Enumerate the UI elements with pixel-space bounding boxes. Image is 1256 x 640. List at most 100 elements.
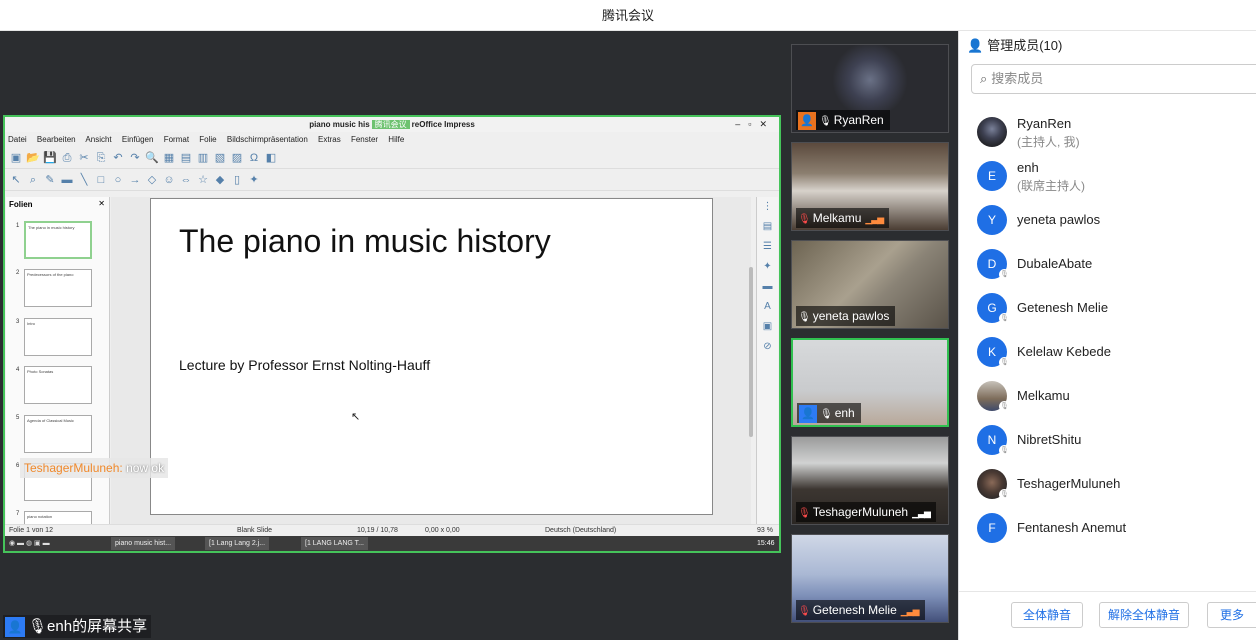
member-name: Melkamu	[1017, 388, 1070, 403]
chat-bubble: TeshagerMuluneh: now ok	[20, 458, 169, 478]
slide-thumbnail[interactable]: Agenda of Classical Music	[24, 415, 92, 453]
slide-title[interactable]: The piano in music history	[179, 223, 551, 260]
member-row[interactable]: E enh (联席主持人)	[977, 155, 1256, 199]
menu-extras[interactable]: Extras	[318, 135, 341, 144]
tile-name: Melkamu	[812, 211, 862, 225]
tile-label: 🎙 TeshagerMuluneh ▁▃▅	[796, 502, 936, 522]
panel-header: 👤 管理成员(10)	[959, 31, 1256, 60]
tile-name: enh	[834, 406, 855, 420]
mouse-cursor: ↖	[351, 411, 361, 423]
video-column: 👤 🎙 RyanRen 🎙 Melkamu ▁▃▅ 🎙 yeneta pawlos 👤 🎙 e…	[784, 31, 958, 640]
member-row[interactable]: F Fentanesh Anemut	[977, 507, 1256, 551]
member-row[interactable]: 🎙 Melkamu	[977, 375, 1256, 419]
tile-label: 🎙 Melkamu ▁▃▅	[796, 208, 890, 228]
clock: 15:46	[757, 540, 775, 547]
avatar: Y	[977, 205, 1007, 235]
member-row[interactable]: Y yeneta pawlos	[977, 199, 1256, 243]
launcher-icon[interactable]: ◉ ▬ ◍ ▣ ▬	[9, 536, 50, 551]
mic-muted-icon: 🎙	[798, 508, 811, 519]
avatar-initial: Y	[987, 213, 996, 227]
menu-ansicht[interactable]: Ansicht	[85, 135, 111, 144]
member-row[interactable]: 🎙 TeshagerMuluneh	[977, 463, 1256, 507]
member-name: DubaleAbate	[1017, 256, 1093, 271]
vertical-scrollbar[interactable]	[749, 267, 753, 437]
member-search-input[interactable]: ⌕ 搜索成员	[971, 64, 1256, 94]
menu-datei[interactable]: Datei	[8, 135, 27, 144]
avatar: E	[977, 161, 1007, 191]
chat-sender: TeshagerMuluneh:	[24, 461, 123, 475]
avatar: K 🎙	[977, 337, 1010, 368]
slide-thumbnail[interactable]: Photo Sonatas	[24, 366, 92, 404]
avatar: 🎙	[977, 469, 1010, 500]
avatar-initial: D	[987, 257, 997, 271]
screen-share-label: 👤 🎙enh的屏幕共享	[3, 615, 152, 638]
meeting-tag: 腾讯会议	[371, 120, 410, 129]
members-icon: 👤	[967, 38, 984, 53]
lo-title-bar: piano music his 腾讯会议 reOffice Impress –▫✕	[5, 117, 779, 132]
avatar: F	[977, 513, 1007, 543]
tile-label: 👤 🎙 RyanRen	[796, 110, 890, 130]
avatar: N 🎙	[977, 425, 1010, 456]
unmute-all-button[interactable]: 解除全体静音	[1099, 602, 1189, 628]
menu-praesentation[interactable]: Bildschirmpräsentation	[227, 135, 308, 144]
tile-label: 🎙 Getenesh Melie ▁▃▅	[796, 600, 925, 620]
mic-muted-icon: 🎙	[999, 313, 1010, 324]
avatar	[977, 117, 1007, 147]
video-tile[interactable]: 🎙 Melkamu ▁▃▅	[791, 142, 949, 231]
slide-thumbnail[interactable]: The piano in music history	[24, 221, 92, 259]
avatar-initial: N	[987, 433, 997, 447]
menu-hilfe[interactable]: Hilfe	[388, 135, 404, 144]
close-icon[interactable]: ✕	[98, 199, 105, 208]
avatar-initial: K	[987, 345, 996, 359]
member-row[interactable]: RyanRen (主持人, 我)	[977, 111, 1256, 155]
right-sidebar[interactable]: ⋮ ▤ ☰ ✦ ▬ A ▣ ⊘	[756, 197, 778, 527]
slide-pane-title: Folien	[9, 200, 33, 209]
chat-message: now ok	[126, 461, 165, 475]
task-langlang-2[interactable]: [1 LANG LANG T...	[301, 537, 369, 550]
window-title: 腾讯会议	[0, 0, 1256, 31]
slide-subtitle[interactable]: Lecture by Professor Ernst Nolting-Hauff	[179, 357, 430, 373]
task-impress[interactable]: piano music hist...	[111, 537, 176, 550]
video-tile[interactable]: 👤 🎙 RyanRen	[791, 44, 949, 133]
avatar-initial: G	[987, 301, 997, 315]
menu-format[interactable]: Format	[164, 135, 189, 144]
thumb-number: 2	[16, 270, 20, 276]
member-role: (主持人, 我)	[1017, 135, 1080, 149]
menu-einfuegen[interactable]: Einfügen	[122, 135, 154, 144]
user-icon: 👤	[799, 404, 817, 423]
video-tile[interactable]: 🎙 TeshagerMuluneh ▁▃▅	[791, 436, 949, 525]
member-name: NibretShitu	[1017, 432, 1082, 447]
mute-all-button[interactable]: 全体静音	[1011, 602, 1083, 628]
member-row[interactable]: N 🎙 NibretShitu	[977, 419, 1256, 463]
os-taskbar: ◉ ▬ ◍ ▣ ▬ piano music hist... [1 Lang La…	[5, 536, 779, 551]
member-row[interactable]: D 🎙 DubaleAbate	[977, 243, 1256, 287]
member-row[interactable]: G 🎙 Getenesh Melie	[977, 287, 1256, 331]
lo-menu-bar: Datei Bearbeiten Ansicht Einfügen Format…	[5, 132, 779, 147]
window-controls[interactable]: –▫✕	[735, 117, 775, 132]
menu-bearbeiten[interactable]: Bearbeiten	[37, 135, 76, 144]
search-icon: ⌕	[980, 71, 988, 86]
slide-thumbnail[interactable]: Intro	[24, 318, 92, 356]
task-langlang-1[interactable]: [1 Lang Lang 2.j...	[205, 537, 270, 550]
slide-thumbnail[interactable]: piano notation	[24, 511, 92, 525]
member-name: Kelelaw Kebede	[1017, 344, 1111, 359]
video-tile[interactable]: 🎙 Getenesh Melie ▁▃▅	[791, 534, 949, 623]
standard-toolbar[interactable]: ▣ 📂 💾 ⎙ ✂ ⎘ ↶ ↷ 🔍 ▦ ▤ ▥ ▧ ▨ Ω ◧	[5, 147, 779, 169]
slide-thumbnail[interactable]: Predecessors of the piano	[24, 269, 92, 307]
tile-name: Getenesh Melie	[812, 603, 897, 617]
more-button[interactable]: 更多	[1207, 602, 1256, 628]
thumb-number: 5	[16, 415, 20, 421]
video-tile[interactable]: 🎙 yeneta pawlos	[791, 240, 949, 329]
menu-fenster[interactable]: Fenster	[351, 135, 378, 144]
drawing-toolbar[interactable]: ↖ ⌕ ✎ ▬ ╲ □ ○ → ◇ ☺ ⇔ ☆ ◆ ▯ ✦	[5, 169, 779, 191]
member-name: TeshagerMuluneh	[1017, 476, 1121, 491]
member-row[interactable]: K 🎙 Kelelaw Kebede	[977, 331, 1256, 375]
mic-muted-icon: 🎙	[999, 269, 1010, 280]
slide-editor[interactable]: The piano in music history Lecture by Pr…	[111, 197, 751, 527]
panel-actions: 全体静音 解除全体静音 更多	[959, 591, 1256, 640]
video-tile-active-speaker[interactable]: 👤 🎙 enh	[791, 338, 949, 427]
menu-folie[interactable]: Folie	[199, 135, 216, 144]
signal-icon: ▁▃▅	[912, 508, 931, 518]
slide-canvas[interactable]: The piano in music history Lecture by Pr…	[150, 198, 713, 515]
tile-label: 👤 🎙 enh	[797, 403, 861, 423]
